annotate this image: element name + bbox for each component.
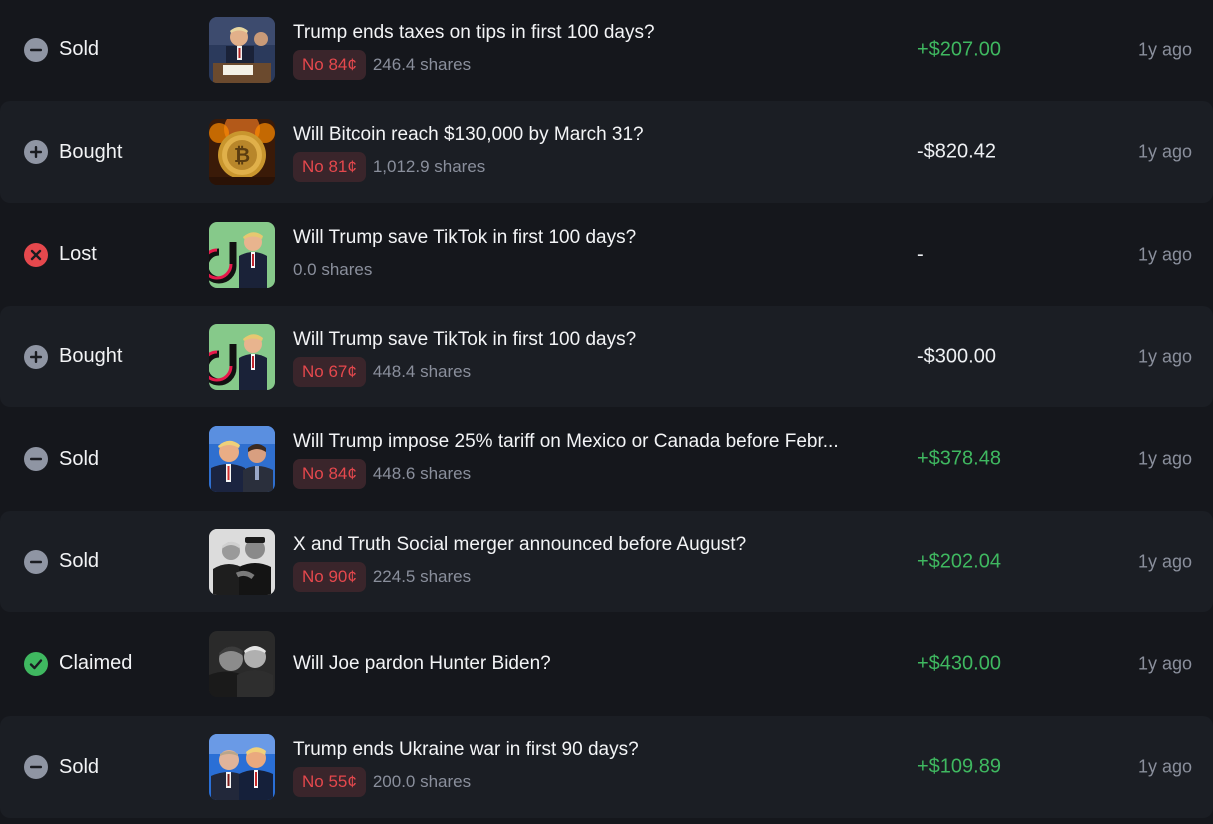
- activity-action: Lost: [24, 242, 97, 267]
- market-title[interactable]: Will Joe pardon Hunter Biden?: [293, 651, 905, 677]
- outcome-badge: No 81¢: [293, 152, 366, 182]
- timestamp: 1y ago: [1137, 448, 1192, 469]
- trump-musk-thumbnail: [209, 528, 275, 595]
- action-label: Sold: [59, 755, 100, 778]
- tiktok-trump-thumbnail: [209, 221, 275, 288]
- activity-action: Bought: [24, 344, 123, 369]
- market-title[interactable]: Will Trump impose 25% tariff on Mexico o…: [293, 429, 905, 455]
- shares-count: 448.6 shares: [372, 464, 472, 483]
- action-label: Sold: [59, 38, 100, 60]
- action-label: Sold: [59, 447, 100, 470]
- market-info: Will Trump save TikTok in first 100 days…: [293, 327, 905, 387]
- amount-value: -$820.42: [917, 140, 996, 163]
- shares-count: 0.0 shares: [293, 259, 373, 279]
- activity-row[interactable]: Claimed Will Joe pardon Hunter Biden? +$…: [0, 613, 1213, 714]
- amount-value: +$207.00: [917, 38, 1001, 60]
- activity-action: Claimed: [24, 651, 133, 676]
- activity-row[interactable]: Lost Will Trump save TikTok in first 100…: [0, 204, 1213, 305]
- shares-count: 1,012.9 shares: [372, 157, 486, 176]
- outcome-badge: No 84¢: [293, 49, 366, 80]
- timestamp: 1y ago: [1137, 244, 1192, 264]
- activity-row[interactable]: Sold Will Trump impose 25% tariff on Mex…: [0, 408, 1213, 510]
- timestamp: 1y ago: [1137, 39, 1192, 59]
- timestamp: 1y ago: [1137, 141, 1192, 162]
- market-info: Trump ends Ukraine war in first 90 days?…: [293, 737, 905, 797]
- activity-row[interactable]: Bought Will Trump save TikTok in first 1…: [0, 306, 1213, 407]
- market-info: X and Truth Social merger announced befo…: [293, 532, 905, 592]
- amount-value: +$109.89: [917, 755, 1001, 778]
- market-info: Will Bitcoin reach $130,000 by March 31?…: [293, 122, 905, 182]
- svg-text:₿: ₿: [234, 143, 250, 167]
- activity-action: Sold: [24, 37, 100, 62]
- outcome-badge: No 55¢: [293, 767, 366, 797]
- minus-circle-icon: [24, 755, 48, 779]
- trump-signing-thumbnail: [209, 16, 275, 83]
- activity-list: Sold Trump ends taxes on tips in first 1…: [0, 0, 1213, 824]
- activity-row[interactable]: Sold Trump ends taxes on tips in first 1…: [0, 0, 1213, 99]
- amount-value: +$378.48: [917, 447, 1001, 470]
- plus-circle-icon: [24, 344, 48, 369]
- check-circle-icon: [24, 651, 48, 676]
- action-label: Claimed: [59, 652, 133, 674]
- amount-value: +$202.04: [917, 550, 1001, 572]
- activity-action: Bought: [24, 140, 122, 164]
- x-circle-icon: [24, 242, 48, 267]
- action-label: Bought: [59, 140, 123, 163]
- market-info: Trump ends taxes on tips in first 100 da…: [293, 20, 905, 80]
- market-info: Will Trump impose 25% tariff on Mexico o…: [293, 429, 905, 489]
- activity-action: Sold: [24, 755, 99, 779]
- market-title[interactable]: Trump ends taxes on tips in first 100 da…: [293, 20, 905, 46]
- putin-trump-thumbnail: [209, 734, 275, 800]
- activity-row[interactable]: Sold Trump ends Ukraine war in first 90 …: [0, 716, 1213, 818]
- timestamp: 1y ago: [1137, 653, 1192, 673]
- activity-action: Sold: [24, 447, 99, 471]
- activity-row[interactable]: Bought ₿ Will Bitcoin reach $130,000 by …: [0, 101, 1213, 203]
- timestamp: 1y ago: [1137, 346, 1192, 366]
- shares-count: 448.4 shares: [372, 361, 472, 381]
- action-label: Bought: [59, 345, 123, 367]
- timestamp: 1y ago: [1137, 551, 1192, 571]
- outcome-badge: No 67¢: [293, 356, 366, 387]
- shares-count: 246.4 shares: [372, 54, 472, 74]
- timestamp: 1y ago: [1137, 756, 1192, 777]
- market-title[interactable]: Will Trump save TikTok in first 100 days…: [293, 327, 905, 353]
- amount-value: +$430.00: [917, 652, 1001, 674]
- activity-action: Sold: [24, 549, 100, 574]
- market-info: Will Joe pardon Hunter Biden?: [293, 651, 905, 677]
- bitcoin-thumbnail: ₿: [209, 119, 275, 185]
- market-title[interactable]: X and Truth Social merger announced befo…: [293, 532, 905, 558]
- action-label: Sold: [59, 550, 100, 572]
- trump-trudeau-thumbnail: [209, 426, 275, 492]
- market-title[interactable]: Trump ends Ukraine war in first 90 days?: [293, 737, 905, 763]
- minus-circle-icon: [24, 37, 48, 62]
- action-label: Lost: [59, 243, 97, 265]
- amount-value: -$300.00: [917, 345, 996, 367]
- market-title[interactable]: Will Bitcoin reach $130,000 by March 31?: [293, 122, 905, 148]
- minus-circle-icon: [24, 549, 48, 574]
- minus-circle-icon: [24, 447, 48, 471]
- outcome-badge: No 84¢: [293, 459, 366, 489]
- amount-value: -: [917, 243, 924, 265]
- shares-count: 200.0 shares: [372, 772, 472, 791]
- tiktok-trump-thumbnail: [209, 323, 275, 390]
- market-title[interactable]: Will Trump save TikTok in first 100 days…: [293, 225, 905, 251]
- plus-circle-icon: [24, 140, 48, 164]
- activity-row[interactable]: Sold X and Truth Social merger announced…: [0, 511, 1213, 612]
- biden-thumbnail: [209, 630, 275, 697]
- market-info: Will Trump save TikTok in first 100 days…: [293, 225, 905, 285]
- outcome-badge: No 90¢: [293, 561, 366, 592]
- shares-count: 224.5 shares: [372, 566, 472, 586]
